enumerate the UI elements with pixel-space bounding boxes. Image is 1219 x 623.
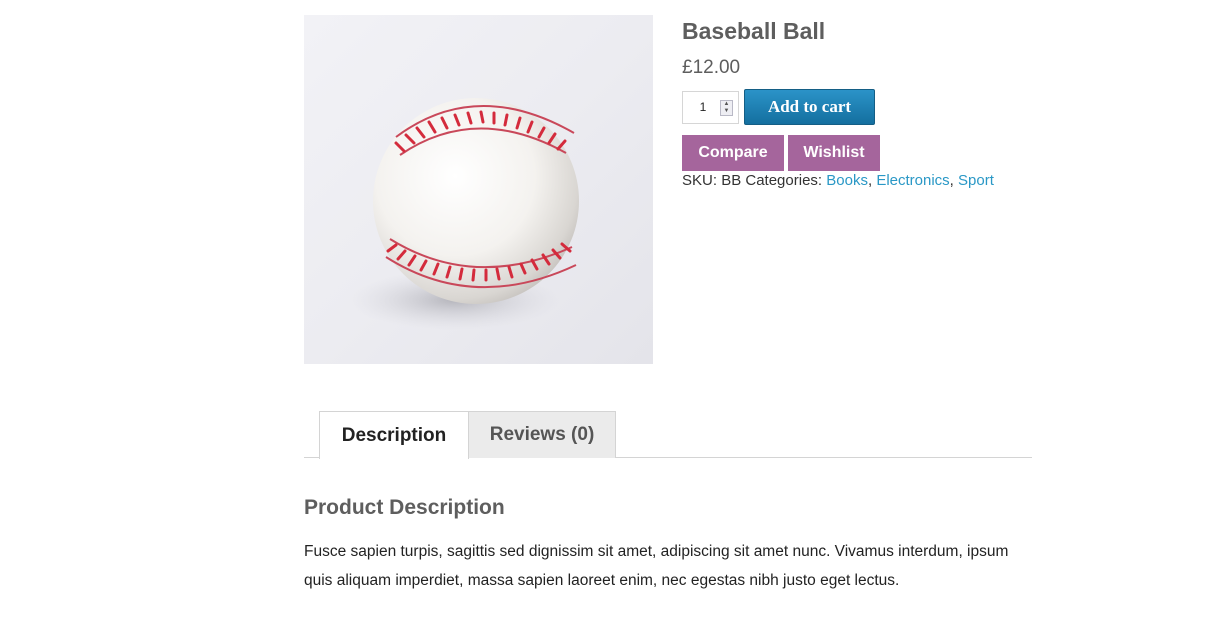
spin-up-icon[interactable]: ▲ [721,101,732,108]
product-page: Baseball Ball £12.00 1 ▲ ▼ Add to cart C… [0,0,1219,623]
description-heading: Product Description [304,496,505,519]
quantity-input[interactable]: 1 [683,100,723,114]
product-summary: Baseball Ball £12.00 1 ▲ ▼ Add to cart C… [682,15,1042,190]
product-meta: SKU: BB Categories: Books, Electronics, … [682,172,994,189]
add-to-cart-form: 1 ▲ ▼ Add to cart [682,89,1042,125]
categories-label: Categories: [745,172,823,189]
sku-label: SKU: [682,172,718,189]
baseball-icon [349,98,579,330]
product-image[interactable] [304,15,653,364]
tab-reviews[interactable]: Reviews (0) [468,411,616,458]
category-link-sport[interactable]: Sport [958,172,994,189]
quantity-stepper[interactable]: 1 ▲ ▼ [682,90,739,124]
product-actions: Compare Wishlist [682,135,1042,171]
add-to-cart-button[interactable]: Add to cart [744,89,875,125]
spin-down-icon[interactable]: ▼ [721,108,732,115]
product-tabs: Description Reviews (0) [304,411,1032,459]
category-link-books[interactable]: Books [826,172,868,189]
category-link-electronics[interactable]: Electronics [876,172,949,189]
product-title: Baseball Ball [682,18,826,44]
wishlist-button[interactable]: Wishlist [788,135,880,171]
sku-value: BB [721,172,742,189]
quantity-spinner[interactable]: ▲ ▼ [720,99,733,116]
tab-description[interactable]: Description [319,411,469,459]
compare-button[interactable]: Compare [682,135,784,171]
product-price: £12.00 [682,57,741,78]
description-text: Fusce sapien turpis, sagittis sed dignis… [304,543,1009,589]
